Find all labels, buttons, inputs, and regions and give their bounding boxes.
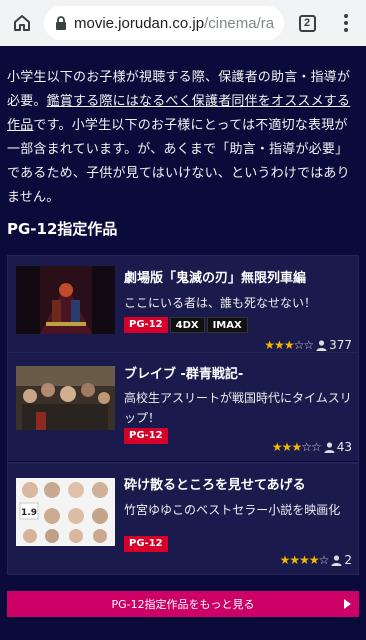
- movie-card[interactable]: 劇場版「鬼滅の刃」無限列車編 ここにいる者は、誰も死なせない！ PG-12 4D…: [7, 255, 359, 362]
- review-rating: ★★★★☆ 2: [280, 553, 352, 567]
- review-count: 43: [336, 440, 352, 454]
- format-tag-imax: IMAX: [206, 317, 248, 333]
- poster-image-brave: [16, 366, 115, 430]
- tab-count: 2: [298, 14, 316, 32]
- rating-description: 小学生以下のお子様が視聴する際、保護者の助言・指導が必要。鑑賞する際にはなるべく…: [7, 66, 359, 210]
- url-host: movie.jorudan.co.jp: [74, 14, 205, 32]
- arrow-right-icon: [344, 599, 351, 609]
- movie-poster[interactable]: [16, 266, 115, 334]
- review-rating: ★★★☆☆ 377: [264, 338, 352, 352]
- rating-tag: PG-12: [124, 317, 168, 333]
- movie-description: 高校生アスリートが戦国時代にタイムスリップ！: [124, 391, 352, 425]
- rating-tag: PG-12: [124, 428, 168, 444]
- poster-image-kimetsu: [16, 266, 115, 334]
- movie-card[interactable]: 1.9 砕け散るところを見せてあげる 竹宮ゆゆこのベストセラー小説を映画化 PG…: [7, 463, 359, 575]
- lock-icon: [56, 16, 66, 30]
- movie-title[interactable]: 劇場版「鬼滅の刃」無限列車編: [124, 267, 306, 286]
- card-divider: [8, 461, 358, 462]
- browser-menu-button[interactable]: [328, 0, 364, 46]
- movie-title[interactable]: 砕け散るところを見せてあげる: [124, 474, 306, 493]
- page-content: 小学生以下のお子様が視聴する際、保護者の助言・指導が必要。鑑賞する際にはなるべく…: [0, 46, 366, 640]
- movie-description: 竹宮ゆゆこのベストセラー小説を映画化: [124, 503, 341, 517]
- address-bar[interactable]: movie.jorudan.co.jp/cinema/ratin: [44, 6, 284, 40]
- home-icon: [14, 15, 30, 31]
- review-count: 2: [344, 553, 352, 567]
- movie-poster[interactable]: 1.9: [16, 478, 115, 546]
- section-title: PG-12指定作品: [7, 220, 118, 238]
- poster-image-kudakechiru: 1.9: [16, 478, 115, 546]
- star-rating-icon: ★★★☆☆: [271, 440, 322, 454]
- star-rating-icon: ★★★★☆: [279, 553, 330, 567]
- person-icon: [316, 339, 327, 351]
- movie-poster[interactable]: [16, 366, 115, 430]
- star-rating-icon: ★★★☆☆: [264, 338, 314, 352]
- intro-text-2: です。小学生以下のお子様にとっては不適切な表現が一部含まれています。が、あくまで…: [7, 118, 350, 205]
- more-pg12-button[interactable]: PG-12指定作品をもっと見る: [7, 591, 359, 617]
- url-path: /cinema/ratin: [204, 14, 274, 32]
- svg-text:1.9: 1.9: [21, 508, 37, 518]
- format-tag-4dx: 4DX: [169, 317, 205, 333]
- movie-title[interactable]: ブレイブ -群青戦記-: [124, 363, 243, 382]
- movie-tags: PG-12: [124, 428, 168, 444]
- movie-card[interactable]: ブレイブ -群青戦記- 高校生アスリートが戦国時代にタイムスリップ！ PG-12…: [7, 352, 359, 463]
- review-rating: ★★★☆☆ 43: [272, 440, 352, 454]
- browser-toolbar: movie.jorudan.co.jp/cinema/ratin 2: [0, 0, 366, 46]
- person-icon: [324, 441, 335, 453]
- rating-tag: PG-12: [124, 536, 168, 552]
- tab-switcher-button[interactable]: 2: [286, 0, 328, 46]
- url-text: movie.jorudan.co.jp/cinema/ratin: [74, 15, 274, 32]
- person-icon: [331, 554, 342, 566]
- review-count: 377: [329, 338, 352, 352]
- more-button-label: PG-12指定作品をもっと見る: [111, 598, 255, 611]
- movie-description: ここにいる者は、誰も死なせない！: [124, 296, 317, 310]
- movie-tags: PG-12 4DX IMAX: [124, 317, 248, 333]
- more-vert-icon: [344, 14, 348, 32]
- movie-tags: PG-12: [124, 536, 168, 552]
- home-button[interactable]: [0, 0, 44, 46]
